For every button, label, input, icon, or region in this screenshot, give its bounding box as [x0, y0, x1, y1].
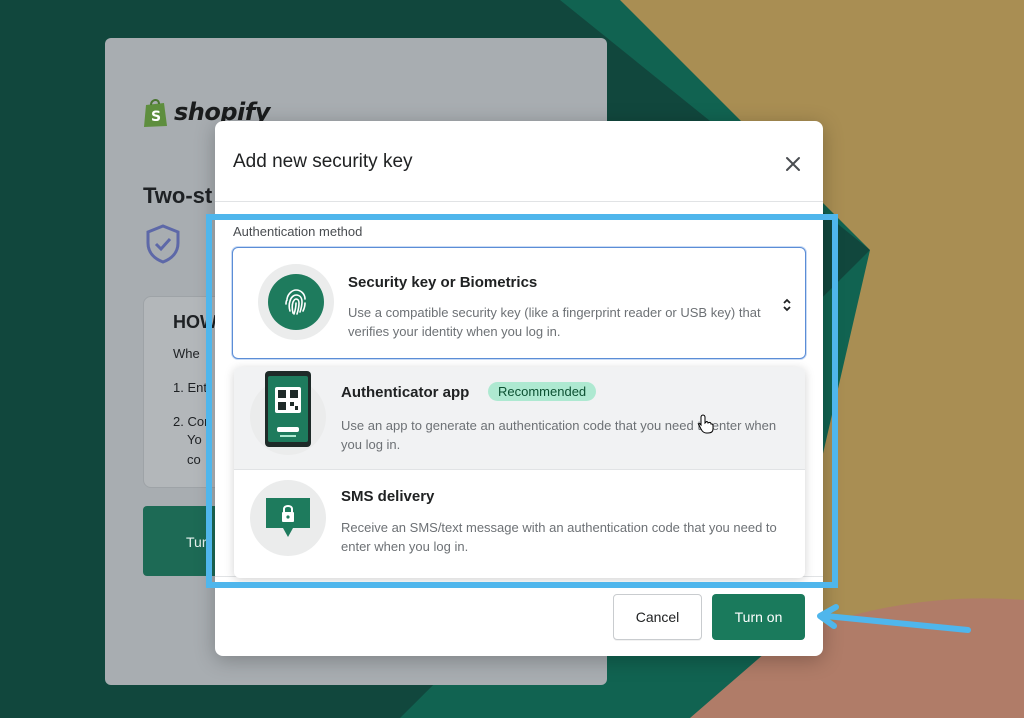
- info-box-text: co: [187, 452, 201, 467]
- modal-title: Add new security key: [233, 151, 413, 172]
- turn-on-button[interactable]: Turn on: [712, 594, 805, 640]
- page-heading: Two-st: [143, 183, 213, 208]
- info-box-text: Whe: [173, 346, 200, 361]
- close-button[interactable]: [780, 151, 806, 177]
- svg-text:S: S: [151, 109, 161, 125]
- background-turn-on-label: Tur: [186, 534, 207, 550]
- shopify-bag-icon: S: [144, 99, 167, 127]
- modal-header: Add new security key: [215, 121, 823, 202]
- cancel-button[interactable]: Cancel: [613, 594, 702, 640]
- info-box-text: Yo: [187, 432, 202, 447]
- annotation-arrow-icon: [817, 604, 971, 633]
- shield-check-icon: [146, 224, 180, 264]
- annotation-highlight-box: [206, 214, 838, 588]
- info-box-step: 1. Ent: [173, 380, 207, 395]
- close-icon: [786, 157, 800, 171]
